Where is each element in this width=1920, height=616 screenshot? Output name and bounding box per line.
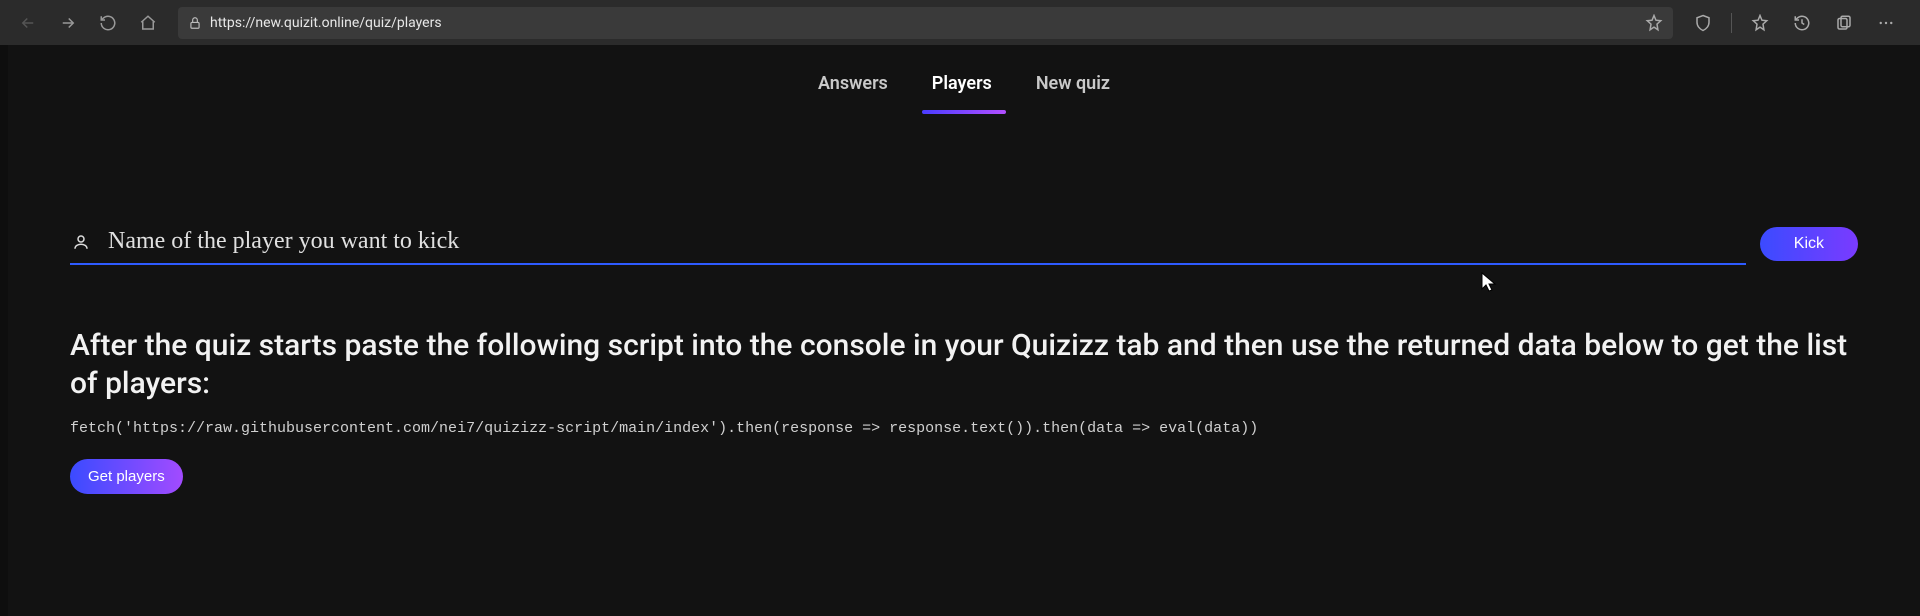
star-plus-icon[interactable] (1645, 14, 1663, 32)
kick-button[interactable]: Kick (1760, 227, 1858, 261)
favorites-button[interactable] (1746, 9, 1774, 37)
browser-toolbar: https://new.quizit.online/quiz/players (0, 0, 1920, 45)
page-inner: Answers Players New quiz Kick After the … (8, 45, 1920, 616)
back-button[interactable] (12, 7, 44, 39)
shield-button[interactable] (1689, 9, 1717, 37)
tab-players[interactable]: Players (932, 73, 992, 112)
address-bar[interactable]: https://new.quizit.online/quiz/players (178, 7, 1673, 39)
page: Answers Players New quiz Kick After the … (0, 45, 1920, 616)
url-text: https://new.quizit.online/quiz/players (210, 15, 442, 31)
separator (1731, 13, 1732, 33)
player-name-input[interactable] (108, 228, 1744, 255)
history-button[interactable] (1788, 9, 1816, 37)
tab-new-quiz[interactable]: New quiz (1036, 73, 1110, 112)
arrow-right-icon (59, 14, 77, 32)
home-icon (139, 14, 157, 32)
collections-button[interactable] (1830, 9, 1858, 37)
collections-icon (1835, 14, 1853, 32)
reload-icon (99, 14, 117, 32)
content-area: Kick After the quiz starts paste the fol… (8, 112, 1920, 494)
tab-answers[interactable]: Answers (818, 73, 888, 112)
kick-row: Kick (70, 222, 1858, 265)
dots-icon (1877, 14, 1895, 32)
nav-tabs: Answers Players New quiz (8, 45, 1920, 112)
home-button[interactable] (132, 7, 164, 39)
reload-button[interactable] (92, 7, 124, 39)
get-players-button[interactable]: Get players (70, 459, 183, 494)
tab-underline (922, 110, 1006, 114)
forward-button[interactable] (52, 7, 84, 39)
toolbar-right (1681, 9, 1908, 37)
shield-icon (1694, 14, 1712, 32)
star-icon (1751, 14, 1769, 32)
person-icon (72, 233, 90, 251)
more-button[interactable] (1872, 9, 1900, 37)
script-code: fetch('https://raw.githubusercontent.com… (70, 420, 1858, 437)
arrow-left-icon (19, 14, 37, 32)
instructions-text: After the quiz starts paste the followin… (70, 327, 1858, 402)
history-icon (1793, 14, 1811, 32)
player-input-wrap (70, 222, 1746, 265)
lock-icon (188, 16, 202, 30)
